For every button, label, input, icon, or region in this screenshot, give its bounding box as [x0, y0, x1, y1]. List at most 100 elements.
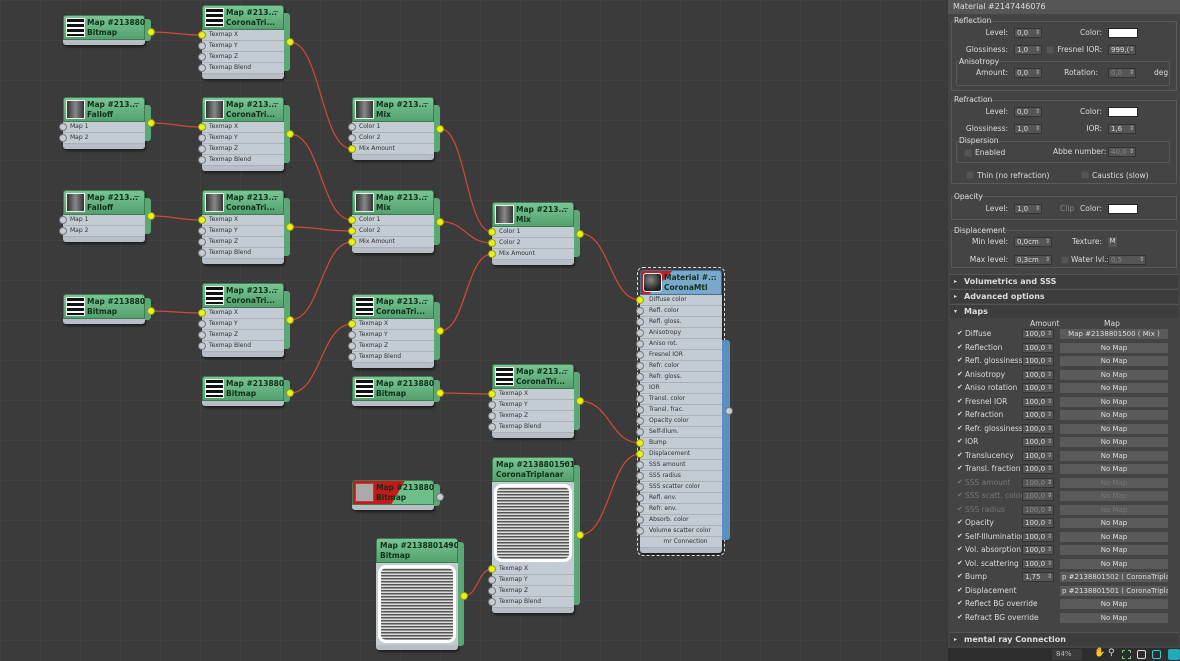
input-slot[interactable]: Mix Amount	[352, 237, 434, 248]
node-mix[interactable]: Map #213... Mix − Color 1 Color 2 Mix Amount	[348, 190, 444, 253]
map-enable-checkbox[interactable]: ✔	[957, 518, 963, 526]
minimize-button[interactable]: −	[446, 540, 453, 549]
material-input-slot[interactable]: Refr. gloss.	[640, 372, 722, 383]
input-socket[interactable]	[348, 145, 356, 153]
node-falloff[interactable]: Map #213... Falloff − Map 1 Map 2	[59, 190, 155, 242]
map-enable-checkbox[interactable]: ✔	[957, 559, 963, 567]
output-socket[interactable]	[286, 389, 294, 397]
input-socket[interactable]	[636, 472, 644, 480]
wire-n4-to-t4-0[interactable]	[150, 310, 203, 314]
map-amount-spinner[interactable]: 100,0	[1022, 477, 1054, 488]
input-slot[interactable]: Color 1	[352, 122, 434, 133]
map-slot-button[interactable]: p #2138801502 ( CoronaTriplanar )	[1060, 572, 1168, 582]
output-socket[interactable]	[436, 124, 444, 133]
min-level-spinner[interactable]: 0,0cm	[1014, 237, 1052, 247]
map-enable-checkbox[interactable]: ✔	[957, 478, 963, 486]
material-input-slot[interactable]: SSS radius	[640, 471, 722, 482]
wire-t3-to-m2-1[interactable]	[289, 226, 353, 232]
material-input-slot[interactable]: SSS scatter color	[640, 482, 722, 493]
input-slot[interactable]: Texmap Z	[202, 237, 284, 248]
node-header[interactable]: Map #213880... Bitmap	[63, 294, 154, 319]
node-header[interactable]: Map #213... Mix −	[352, 97, 434, 122]
output-socket[interactable]	[436, 493, 444, 501]
map-enable-checkbox[interactable]: ✔	[957, 343, 963, 351]
input-socket[interactable]	[636, 373, 644, 381]
minimize-button[interactable]: −	[272, 99, 279, 108]
input-slot[interactable]: Texmap Y	[202, 133, 284, 144]
output-socket[interactable]	[286, 223, 294, 231]
input-socket[interactable]	[636, 307, 644, 315]
output-socket[interactable]	[460, 592, 468, 600]
map-slot-button[interactable]: No Map	[1060, 531, 1168, 542]
map-amount-spinner[interactable]: 100,0	[1022, 464, 1054, 474]
input-slot[interactable]: Mix Amount	[492, 249, 574, 260]
input-socket[interactable]	[636, 318, 644, 326]
map-slot-button[interactable]: No Map	[1060, 356, 1168, 366]
input-socket[interactable]	[348, 216, 356, 224]
input-socket[interactable]	[348, 353, 356, 361]
minimize-button[interactable]: −	[422, 99, 429, 108]
node-coronatri[interactable]: Map #213... CoronaTri... − Texmap X Texmap Y…	[198, 5, 294, 79]
map-slot-button[interactable]: No Map	[1060, 612, 1168, 623]
node-bitmap[interactable]: Map #213880... Bitmap	[63, 294, 155, 324]
input-socket[interactable]	[198, 64, 206, 72]
input-socket[interactable]	[198, 331, 206, 339]
material-node-coronamtl[interactable]: Material #... CoronaMtl − Diffuse color Refl…	[636, 267, 733, 556]
wire-b5-to-t5-0[interactable]	[289, 323, 353, 394]
map-slot-button[interactable]: No Map	[1060, 545, 1168, 555]
input-socket[interactable]	[198, 42, 206, 50]
node-mix[interactable]: Map #213... Mix − Color 1 Color 2 Mix Amount	[348, 97, 444, 160]
node-header[interactable]: Map #213... CoronaTri... −	[202, 190, 284, 215]
input-socket[interactable]	[636, 340, 644, 348]
material-input-slot[interactable]: Anisotropy	[640, 328, 722, 339]
input-slot[interactable]: Texmap Y	[202, 319, 284, 330]
input-socket[interactable]	[59, 216, 67, 224]
node-bitmap[interactable]: Map #213880... Bitmap	[352, 480, 444, 510]
material-input-slot[interactable]: Volume scatter color	[640, 526, 722, 537]
input-slot[interactable]: Texmap X	[202, 308, 284, 319]
node-bitmap[interactable]: Map #2138801490 Bitmap −	[376, 538, 468, 650]
input-socket[interactable]	[636, 439, 644, 447]
input-socket[interactable]	[348, 331, 356, 339]
input-socket[interactable]	[59, 134, 67, 142]
map-enable-checkbox[interactable]: ✔	[957, 491, 963, 499]
node-header[interactable]: Map #213880... Bitmap	[352, 480, 443, 505]
output-socket[interactable]	[147, 28, 155, 36]
input-socket[interactable]	[198, 342, 206, 350]
output-socket[interactable]	[286, 130, 294, 138]
node-bitmap[interactable]: Map #213880... Bitmap	[202, 376, 294, 406]
material-input-slot[interactable]: Aniso rot.	[640, 339, 722, 350]
input-slot[interactable]: Texmap X	[202, 122, 284, 133]
material-input-slot[interactable]: Diffuse color	[640, 295, 722, 306]
input-socket[interactable]	[636, 516, 644, 524]
map-enable-checkbox[interactable]: ✔	[957, 356, 963, 364]
material-input-slot[interactable]: Self-Illum.	[640, 427, 722, 438]
node-falloff[interactable]: Map #213... Falloff − Map 1 Map 2	[59, 97, 155, 149]
input-slot[interactable]: Texmap Z	[202, 330, 284, 341]
map-enable-checkbox[interactable]: ✔	[957, 532, 963, 540]
input-socket[interactable]	[348, 134, 356, 142]
map-slot-button[interactable]: No Map	[1060, 558, 1168, 569]
input-socket[interactable]	[636, 362, 644, 370]
node-header[interactable]: Map #2138801501 CoronaTriplanar −	[492, 457, 575, 482]
wire-m3-to-mat-0[interactable]	[579, 232, 641, 301]
wire-n1-to-t1-0[interactable]	[150, 31, 203, 36]
map-amount-spinner[interactable]: 100,0	[1022, 423, 1054, 434]
input-socket[interactable]	[348, 227, 356, 235]
input-slot[interactable]: Texmap Z	[492, 586, 574, 597]
node-header[interactable]: Map #213... CoronaTri... −	[202, 5, 284, 30]
input-slot[interactable]: Map 2	[63, 226, 145, 237]
max-level-spinner[interactable]: 0,3cm	[1014, 255, 1052, 265]
rollout-maps[interactable]: Maps	[950, 304, 1178, 318]
material-input-slot[interactable]: Displacement	[640, 449, 722, 460]
map-amount-spinner[interactable]: 100,0	[1022, 396, 1054, 407]
node-header[interactable]: Map #213... CoronaTri... −	[492, 364, 574, 389]
displacement-texture-button[interactable]: M	[1108, 237, 1117, 247]
node-header[interactable]: Map #213... Mix −	[492, 202, 574, 227]
output-socket[interactable]	[147, 307, 155, 315]
map-slot-button[interactable]: Map #2138801500 ( Mix )	[1060, 329, 1168, 339]
map-amount-spinner[interactable]: 100,0	[1022, 518, 1054, 528]
material-input-slot[interactable]: Opacity color	[640, 416, 722, 427]
map-amount-spinner[interactable]: 100,0	[1022, 545, 1054, 555]
rollout-advanced[interactable]: Advanced options	[950, 289, 1178, 303]
